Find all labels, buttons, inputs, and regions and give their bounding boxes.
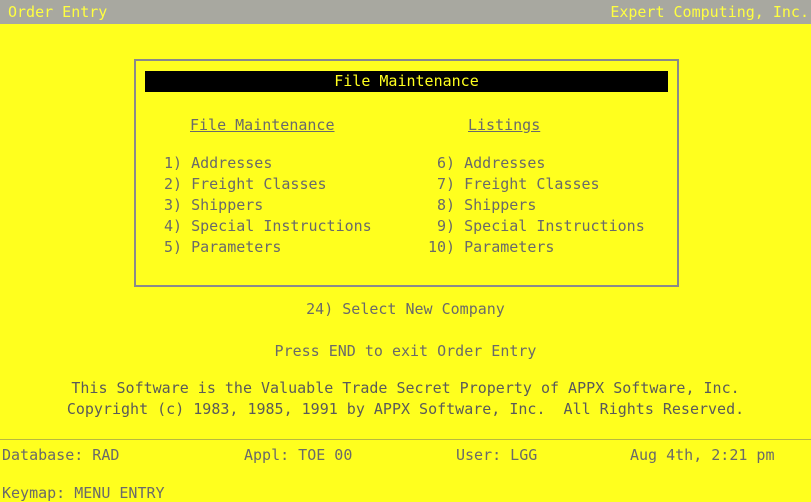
menu-item-list-parameters[interactable]: 10) Parameters bbox=[428, 237, 645, 258]
listings-list: 6) Addresses 7) Freight Classes 8) Shipp… bbox=[428, 153, 645, 258]
app-title: Order Entry bbox=[8, 3, 108, 21]
exit-hint: Press END to exit Order Entry bbox=[274, 342, 537, 360]
status-divider bbox=[0, 439, 811, 440]
company-name: Expert Computing, Inc. bbox=[610, 3, 809, 21]
title-bar: Order Entry Expert Computing, Inc. bbox=[0, 0, 811, 24]
menu-item-shippers[interactable]: 3) Shippers bbox=[164, 195, 372, 216]
keymap-indicator: Keymap: MENU ENTRY bbox=[2, 484, 165, 502]
menu-panel: File Maintenance File Maintenance Listin… bbox=[134, 59, 679, 287]
menu-item-list-special-instructions[interactable]: 9) Special Instructions bbox=[428, 216, 645, 237]
menu-item-parameters[interactable]: 5) Parameters bbox=[164, 237, 372, 258]
menu-item-list-shippers[interactable]: 8) Shippers bbox=[428, 195, 645, 216]
menu-item-special-instructions[interactable]: 4) Special Instructions bbox=[164, 216, 372, 237]
datetime-indicator: Aug 4th, 2:21 pm bbox=[630, 446, 775, 464]
menu-item-select-new-company[interactable]: 24) Select New Company bbox=[0, 300, 811, 318]
user-indicator: User: LGG bbox=[456, 446, 538, 464]
menu-item-freight-classes[interactable]: 2) Freight Classes bbox=[164, 174, 372, 195]
copyright-notice: Copyright (c) 1983, 1985, 1991 by APPX S… bbox=[66, 400, 745, 418]
menu-item-list-addresses[interactable]: 6) Addresses bbox=[428, 153, 645, 174]
file-maintenance-heading: File Maintenance bbox=[190, 116, 335, 134]
menu-item-addresses[interactable]: 1) Addresses bbox=[164, 153, 372, 174]
file-maintenance-list: 1) Addresses 2) Freight Classes 3) Shipp… bbox=[164, 153, 372, 258]
legal-notice: This Software is the Valuable Trade Secr… bbox=[71, 379, 740, 397]
menu-title: File Maintenance bbox=[145, 71, 668, 92]
listings-heading: Listings bbox=[468, 116, 541, 134]
application-indicator: Appl: TOE 00 bbox=[244, 446, 353, 464]
menu-item-list-freight-classes[interactable]: 7) Freight Classes bbox=[428, 174, 645, 195]
database-indicator: Database: RAD bbox=[2, 446, 120, 464]
